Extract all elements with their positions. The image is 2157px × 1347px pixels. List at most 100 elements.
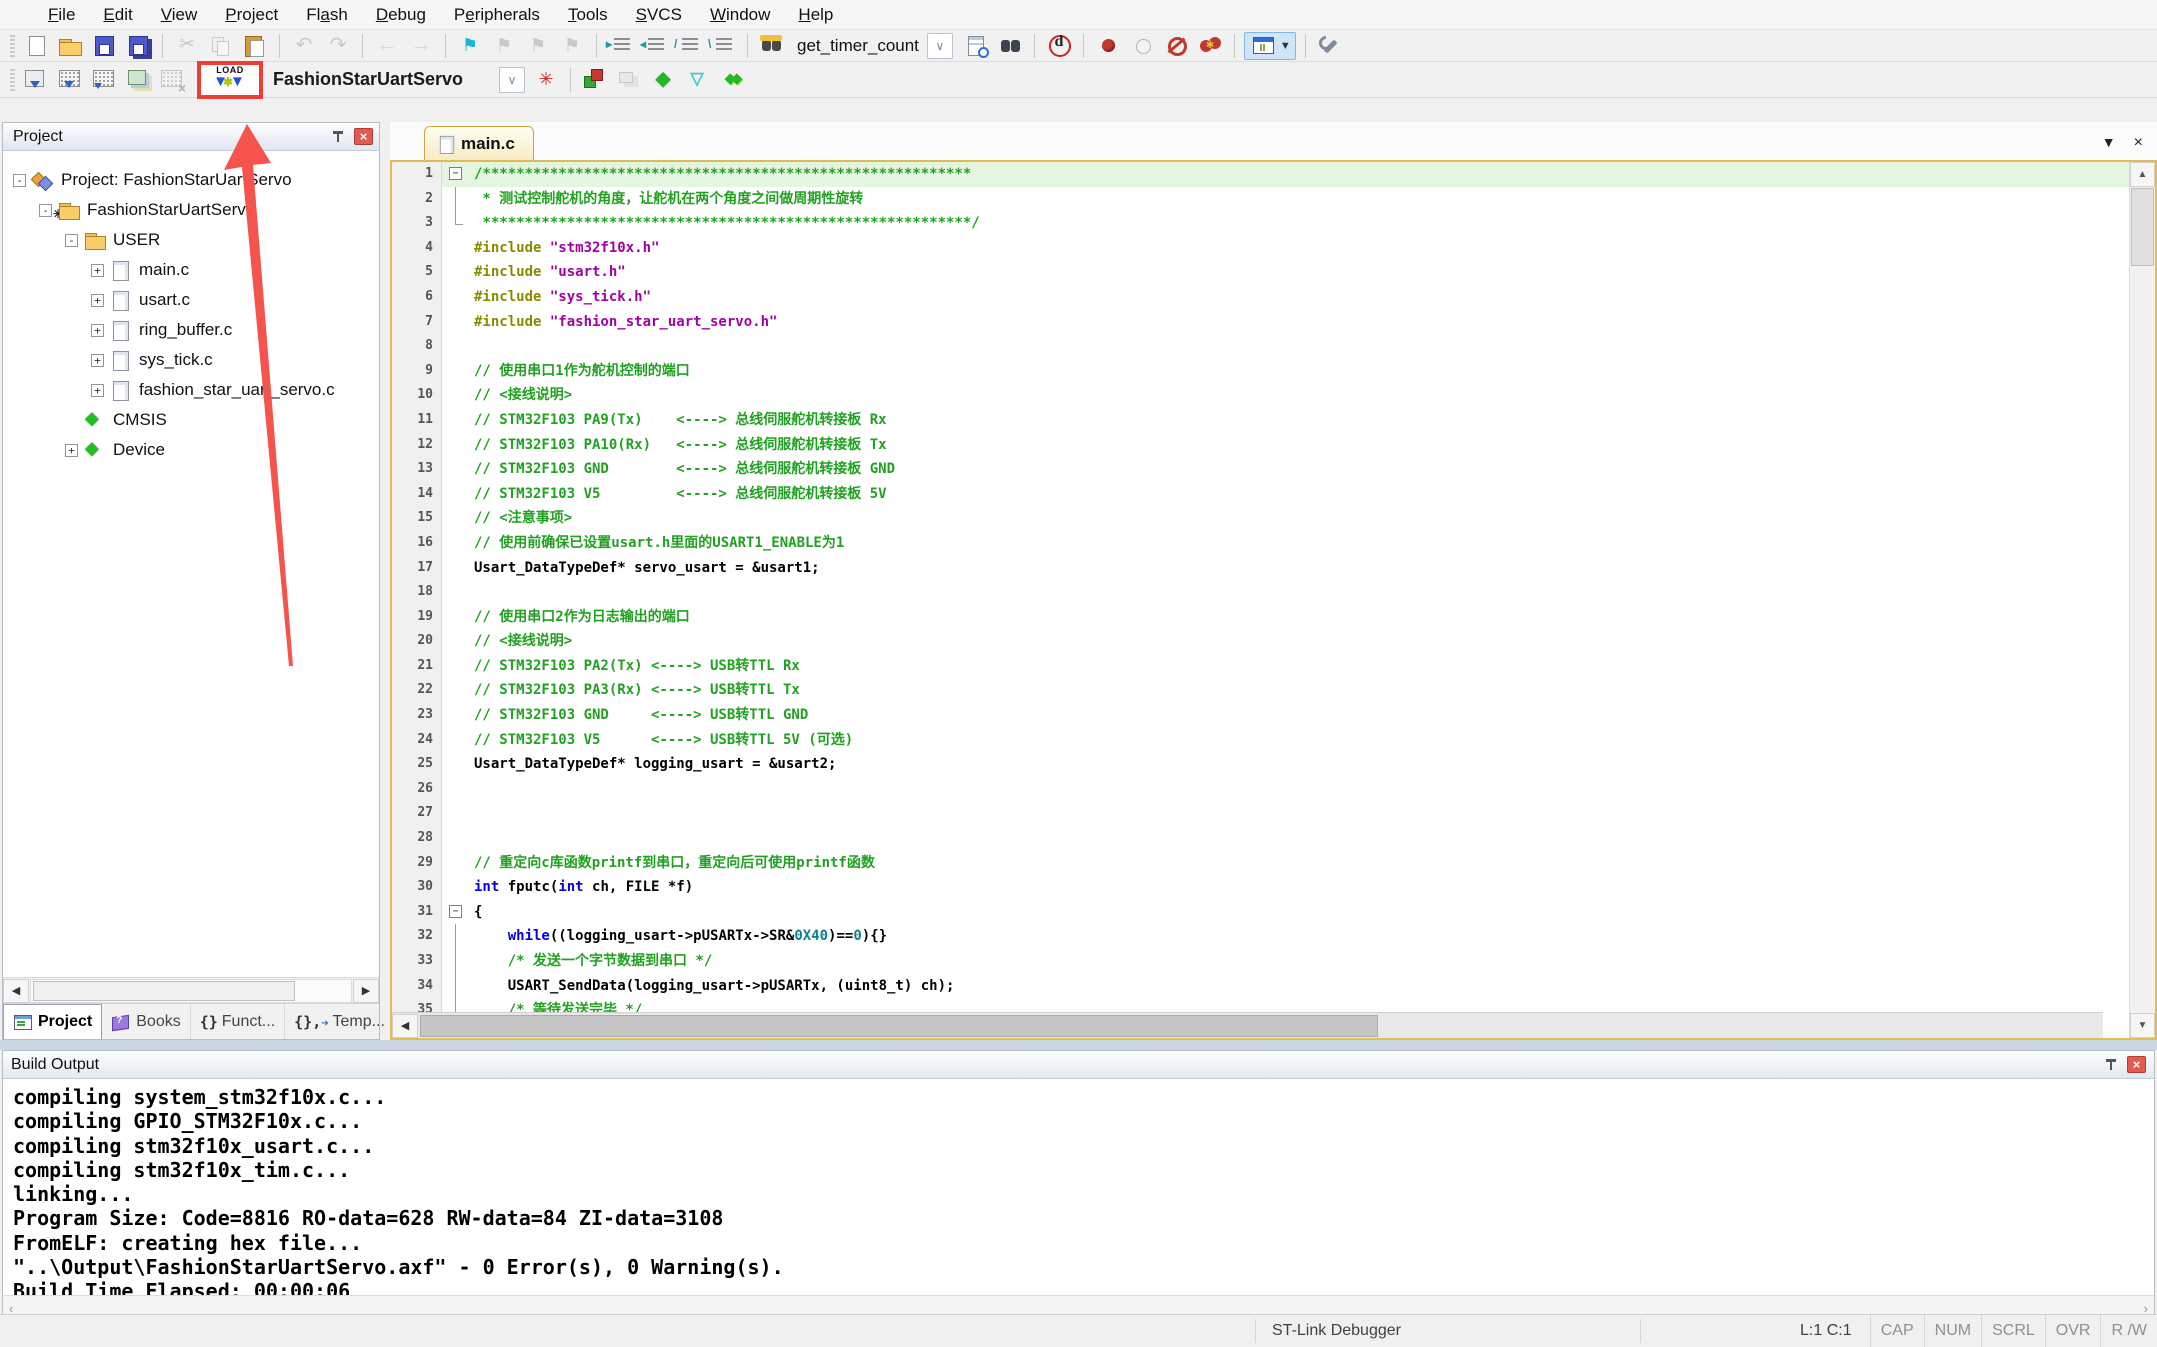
tree-item-main-c[interactable]: +main.c (3, 255, 379, 285)
code-line-26[interactable]: 26 (392, 777, 2129, 802)
code-line-1[interactable]: 1−/*************************************… (392, 162, 2129, 187)
expand-icon[interactable]: + (91, 354, 104, 367)
expand-icon[interactable]: + (91, 264, 104, 277)
code-line-21[interactable]: 21// STM32F103 PA2(Tx) <----> USB转TTL Rx (392, 654, 2129, 679)
menu-help[interactable]: Help (784, 0, 847, 30)
tab-main-c[interactable]: main.c (424, 126, 534, 160)
code-line-14[interactable]: 14// STM32F103 V5 <----> 总线伺服舵机转接板 5V (392, 482, 2129, 507)
code-line-24[interactable]: 24// STM32F103 V5 <----> USB转TTL 5V (可选) (392, 728, 2129, 753)
filter-funnel-icon[interactable]: ▽ (682, 66, 712, 94)
expand-icon[interactable]: + (91, 324, 104, 337)
code-line-12[interactable]: 12// STM32F103 PA10(Rx) <----> 总线伺服舵机转接板… (392, 433, 2129, 458)
scroll-track[interactable] (30, 979, 352, 1003)
breakpoint-kill-all-icon[interactable] (1195, 32, 1225, 60)
code-line-33[interactable]: 33 /* 发送一个字节数据到串口 */ (392, 949, 2129, 974)
workspace-tab-books[interactable]: Books (102, 1004, 190, 1039)
find-icon[interactable] (995, 32, 1025, 60)
workspace-tab-project[interactable]: Project (3, 1004, 102, 1039)
tree-item-device[interactable]: +Device (3, 435, 379, 465)
code-line-28[interactable]: 28 (392, 826, 2129, 851)
file-extensions-diamond-icon[interactable]: ◆ (648, 66, 678, 94)
code-line-5[interactable]: 5#include "usart.h" (392, 260, 2129, 285)
collapse-icon[interactable]: - (39, 204, 52, 217)
batch-build-icon[interactable] (123, 66, 153, 94)
find-in-files-doc-icon[interactable] (961, 32, 991, 60)
save-file-icon[interactable] (89, 32, 119, 60)
code-line-2[interactable]: 2 * 测试控制舵机的角度，让舵机在两个角度之间做周期性旋转 (392, 187, 2129, 212)
new-file-icon[interactable] (21, 32, 51, 60)
bookmark-previous-icon[interactable]: ⚑ (523, 32, 553, 60)
window-layout-icon[interactable] (1251, 32, 1275, 60)
menu-tools[interactable]: Tools (554, 0, 622, 30)
chevron-down-icon[interactable]: ▼ (1280, 40, 1291, 52)
breakpoint-disable-icon[interactable] (1127, 32, 1157, 60)
navigate-forward-icon[interactable]: → (406, 32, 436, 60)
open-file-icon[interactable] (55, 32, 85, 60)
close-document-icon[interactable]: × (2134, 134, 2143, 152)
code-line-11[interactable]: 11// STM32F103 PA9(Tx) <----> 总线伺服舵机转接板 … (392, 408, 2129, 433)
code-line-13[interactable]: 13// STM32F103 GND <----> 总线伺服舵机转接板 GND (392, 457, 2129, 482)
menu-project[interactable]: Project (211, 0, 292, 30)
redo-icon[interactable]: ↷ (323, 32, 353, 60)
download-to-flash-button[interactable]: LOAD ▼▼ ✱ (207, 66, 253, 94)
search-term-dropdown[interactable]: ∨ (927, 33, 953, 59)
menu-edit[interactable]: Edit (89, 0, 146, 30)
tree-item-cmsis[interactable]: CMSIS (3, 405, 379, 435)
code-line-31[interactable]: 31−{ (392, 900, 2129, 925)
editor-hscrollbar[interactable]: ◀ (392, 1012, 2103, 1038)
scroll-up-arrow[interactable]: ▲ (2130, 162, 2155, 187)
scroll-left-arrow[interactable]: ◀ (3, 979, 29, 1003)
stop-build-icon[interactable] (157, 66, 187, 94)
project-panel-hscrollbar[interactable]: ◀ ▶ (3, 977, 379, 1003)
code-line-16[interactable]: 16// 使用前确保已设置usart.h里面的USART1_ENABLE为1 (392, 531, 2129, 556)
pin-icon[interactable] (330, 129, 346, 145)
bookmark-clear-all-icon[interactable]: ⚑ (557, 32, 587, 60)
save-all-icon[interactable] (123, 32, 153, 60)
menu-peripherals[interactable]: Peripherals (440, 0, 554, 30)
scroll-down-arrow[interactable]: ▼ (2130, 1013, 2155, 1038)
breakpoint-disable-all-icon[interactable] (1161, 32, 1191, 60)
translate-icon[interactable] (21, 66, 51, 94)
outdent-icon[interactable]: ◂ (640, 32, 670, 60)
code-line-15[interactable]: 15// <注意事项> (392, 506, 2129, 531)
expand-icon[interactable]: + (91, 294, 104, 307)
menu-svcs[interactable]: SVCS (622, 0, 696, 30)
workspace-tab-temp[interactable]: {},➜Temp... (285, 1004, 395, 1039)
uncomment-selection-icon[interactable]: \ (708, 32, 738, 60)
menu-debug[interactable]: Debug (362, 0, 440, 30)
comment-selection-icon[interactable]: / (674, 32, 704, 60)
search-term-value[interactable]: get_timer_count (797, 36, 919, 56)
start-stop-debug-icon[interactable] (1044, 32, 1074, 60)
code-line-18[interactable]: 18 (392, 580, 2129, 605)
scroll-thumb[interactable] (2131, 188, 2154, 266)
code-line-25[interactable]: 25Usart_DataTypeDef* logging_usart = &us… (392, 752, 2129, 777)
software-packs-icon[interactable]: ◆◆ (716, 66, 746, 94)
rebuild-icon[interactable] (89, 66, 119, 94)
code-line-23[interactable]: 23// STM32F103 GND <----> USB转TTL GND (392, 703, 2129, 728)
tree-item-fashionstaruartservo[interactable]: -✳FashionStarUartServo (3, 195, 379, 225)
configure-icon[interactable] (1315, 32, 1345, 60)
menu-window[interactable]: Window (696, 0, 784, 30)
tree-item-project-fashionstaruartservo[interactable]: -Project: FashionStarUartServo (3, 165, 379, 195)
tree-item-sys-tick-c[interactable]: +sys_tick.c (3, 345, 379, 375)
code-line-3[interactable]: 3 **************************************… (392, 211, 2129, 236)
tab-list-dropdown-icon[interactable]: ▼ (2102, 134, 2116, 152)
expand-icon[interactable]: + (65, 444, 78, 457)
code-line-22[interactable]: 22// STM32F103 PA3(Rx) <----> USB转TTL Tx (392, 678, 2129, 703)
collapse-icon[interactable]: - (13, 174, 26, 187)
menu-flash[interactable]: Flash (292, 0, 362, 30)
scroll-thumb[interactable] (420, 1015, 1378, 1037)
scroll-right-arrow[interactable]: ▶ (353, 979, 379, 1003)
code-line-9[interactable]: 9// 使用串口1作为舵机控制的端口 (392, 359, 2129, 384)
copy-windows-icon[interactable] (614, 66, 644, 94)
close-project-panel-button[interactable]: × (354, 128, 373, 145)
target-select-value[interactable]: FashionStarUartServo (273, 69, 463, 90)
code-line-27[interactable]: 27 (392, 801, 2129, 826)
tree-item-fashion-star-uart-servo-c[interactable]: +fashion_star_uart_servo.c (3, 375, 379, 405)
target-select-dropdown[interactable]: ∨ (499, 67, 525, 93)
pin-icon[interactable] (2103, 1057, 2119, 1073)
code-line-30[interactable]: 30int fputc(int ch, FILE *f) (392, 875, 2129, 900)
workspace-tab-funct[interactable]: {}Funct... (191, 1004, 285, 1039)
tree-item-user[interactable]: -USER (3, 225, 379, 255)
cut-icon[interactable]: ✂ (172, 32, 202, 60)
